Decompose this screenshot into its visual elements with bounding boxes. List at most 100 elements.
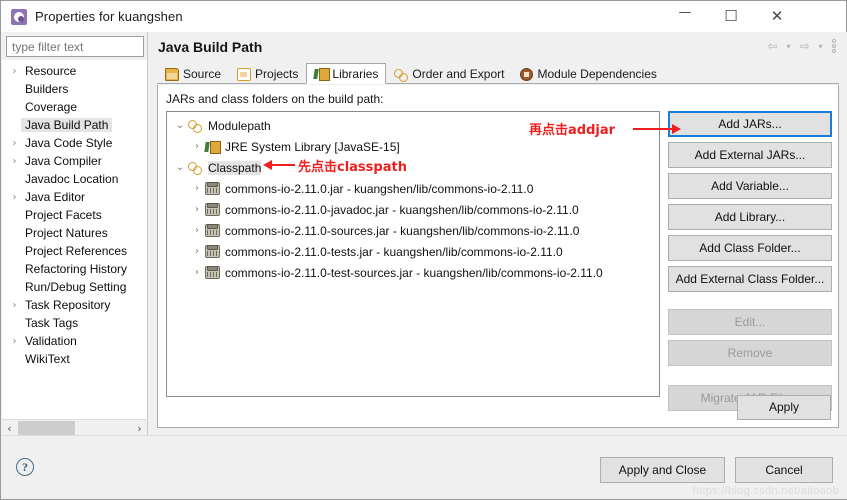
add-jars-button[interactable]: Add JARs... <box>668 111 832 137</box>
remove-button: Remove <box>668 340 832 366</box>
annotation-arrow-line-classpath <box>269 164 295 166</box>
page-header: Java Build Path ⇦ ▾ ⇨ ▾ <box>148 32 847 62</box>
footer-buttons: Apply and Close Cancel <box>600 457 833 483</box>
chevron-down-icon[interactable]: ⌄ <box>172 162 188 173</box>
chevron-right-icon[interactable]: › <box>189 204 205 215</box>
chevron-down-icon[interactable]: ⌄ <box>172 120 188 131</box>
window-title: Properties for kuangshen <box>35 9 183 24</box>
add-external-class-folder-button[interactable]: Add External Class Folder... <box>668 266 832 292</box>
tree-item[interactable]: › commons-io-2.11.0-sources.jar - kuangsh… <box>167 220 659 241</box>
sidebar-item-java-compiler[interactable]: › Java Compiler <box>2 152 147 170</box>
libraries-description: JARs and class folders on the build path… <box>166 92 384 106</box>
sidebar-item-label: Builders <box>25 82 69 96</box>
cancel-button[interactable]: Cancel <box>735 457 833 483</box>
sidebar-item-run-debug-setting[interactable]: Run/Debug Setting <box>2 278 147 296</box>
tab-label: Module Dependencies <box>537 67 657 81</box>
sidebar-item-validation[interactable]: › Validation <box>2 332 147 350</box>
chevron-right-icon[interactable]: › <box>8 192 21 203</box>
sidebar-item-refactoring-history[interactable]: Refactoring History <box>2 260 147 278</box>
add-class-folder-button[interactable]: Add Class Folder... <box>668 235 832 261</box>
settings-content: Java Build Path ⇦ ▾ ⇨ ▾ Source Projects Li… <box>148 32 847 436</box>
sidebar-item-coverage[interactable]: Coverage <box>2 98 147 116</box>
tree-item-label: commons-io-2.11.0-javadoc.jar - kuangshe… <box>225 202 579 217</box>
title-bar: Properties for kuangshen — ☐ ✕ <box>1 1 846 32</box>
apply-row: Apply <box>737 395 831 420</box>
sidebar-item-label: Project Natures <box>25 226 108 240</box>
chevron-right-icon[interactable]: › <box>8 138 21 149</box>
button-group-separator <box>668 371 832 380</box>
jar-icon <box>205 182 220 195</box>
sidebar-item-label: Java Editor <box>25 190 86 204</box>
chevron-right-icon[interactable]: › <box>8 156 21 167</box>
annotation-arrow-head-add-jars <box>672 124 681 134</box>
chevron-right-icon[interactable]: › <box>189 246 205 257</box>
chevron-right-icon[interactable]: › <box>8 336 21 347</box>
library-action-buttons: Add JARs... Add External JARs... Add Varia… <box>668 111 832 411</box>
chevron-right-icon[interactable]: › <box>8 300 21 311</box>
tab-label: Source <box>183 67 222 81</box>
tab-module-dependencies[interactable]: Module Dependencies <box>512 63 664 84</box>
sidebar-item-label: Java Build Path <box>21 118 113 132</box>
sidebar-item-project-facets[interactable]: Project Facets <box>2 206 147 224</box>
sidebar-item-task-repository[interactable]: › Task Repository <box>2 296 147 314</box>
scroll-left-icon[interactable]: ‹ <box>2 421 17 436</box>
apply-and-close-button[interactable]: Apply and Close <box>600 457 725 483</box>
back-menu-chevron-down-icon[interactable]: ▾ <box>783 38 794 54</box>
sidebar-item-javadoc-location[interactable]: Javadoc Location <box>2 170 147 188</box>
sidebar-item-java-build-path[interactable]: Java Build Path <box>2 116 147 134</box>
chevron-right-icon[interactable]: › <box>189 267 205 278</box>
jar-icon <box>205 266 220 279</box>
tree-item-label: Classpath <box>208 160 262 175</box>
chevron-right-icon[interactable]: › <box>189 183 205 194</box>
watermark: https://blog.csdn.net/aitoaob <box>692 485 839 497</box>
sidebar-item-wikitext[interactable]: WikiText <box>2 350 147 368</box>
close-icon: ✕ <box>770 7 784 25</box>
tree-item[interactable]: › commons-io-2.11.0-test-sources.jar - ku… <box>167 262 659 283</box>
tab-label: Order and Export <box>412 67 505 81</box>
sidebar-horizontal-scrollbar[interactable]: ‹ › <box>2 419 147 436</box>
scrollbar-thumb[interactable] <box>18 420 75 436</box>
tab-bar: Source Projects Libraries Order and Export M… <box>157 62 839 84</box>
chevron-right-icon[interactable]: › <box>8 66 21 77</box>
jar-icon <box>205 224 220 237</box>
sidebar-item-project-natures[interactable]: Project Natures <box>2 224 147 242</box>
forward-arrow-icon[interactable]: ⇨ <box>797 38 812 54</box>
help-icon[interactable]: ? <box>16 458 34 476</box>
tree-item-label: JRE System Library [JavaSE-15] <box>225 139 400 154</box>
back-arrow-icon[interactable]: ⇦ <box>765 38 780 54</box>
view-menu-icon[interactable] <box>829 38 839 54</box>
tree-item[interactable]: › JRE System Library [JavaSE-15] <box>167 136 659 157</box>
scroll-right-icon[interactable]: › <box>132 421 147 436</box>
search-input[interactable] <box>6 36 144 57</box>
sidebar-item-java-code-style[interactable]: › Java Code Style <box>2 134 147 152</box>
chevron-right-icon[interactable]: › <box>189 141 205 152</box>
sidebar-item-label: WikiText <box>25 352 70 366</box>
sidebar-item-task-tags[interactable]: Task Tags <box>2 314 147 332</box>
sidebar-item-label: Project References <box>25 244 128 258</box>
sidebar-item-builders[interactable]: Builders <box>2 80 147 98</box>
minimize-button[interactable]: — <box>662 1 708 32</box>
apply-button[interactable]: Apply <box>737 395 831 420</box>
tree-item[interactable]: › commons-io-2.11.0-tests.jar - kuangshen… <box>167 241 659 262</box>
sidebar-item-java-editor[interactable]: › Java Editor <box>2 188 147 206</box>
sidebar-item-label: Run/Debug Setting <box>25 280 127 294</box>
add-library-button[interactable]: Add Library... <box>668 204 832 230</box>
tree-item[interactable]: ⌄ Classpath <box>167 157 659 178</box>
add-external-jars-button[interactable]: Add External JARs... <box>668 142 832 168</box>
sidebar-item-project-references[interactable]: Project References <box>2 242 147 260</box>
add-variable-button[interactable]: Add Variable... <box>668 173 832 199</box>
build-path-tree[interactable]: ⌄ Modulepath › JRE System Library [JavaSE-1… <box>166 111 660 397</box>
projects-folder-icon <box>237 67 252 81</box>
sidebar-item-label: Java Compiler <box>25 154 102 168</box>
forward-menu-chevron-down-icon[interactable]: ▾ <box>815 38 826 54</box>
tab-projects[interactable]: Projects <box>229 63 306 84</box>
maximize-button[interactable]: ☐ <box>708 1 754 32</box>
sidebar-item-resource[interactable]: › Resource <box>2 62 147 80</box>
chevron-right-icon[interactable]: › <box>189 225 205 236</box>
tab-libraries[interactable]: Libraries <box>306 63 387 84</box>
tree-item[interactable]: › commons-io-2.11.0-javadoc.jar - kuangsh… <box>167 199 659 220</box>
tab-order-and-export[interactable]: Order and Export <box>386 63 512 84</box>
tree-item[interactable]: › commons-io-2.11.0.jar - kuangshen/lib/c… <box>167 178 659 199</box>
tab-source[interactable]: Source <box>157 63 229 84</box>
close-button[interactable]: ✕ <box>754 1 800 32</box>
